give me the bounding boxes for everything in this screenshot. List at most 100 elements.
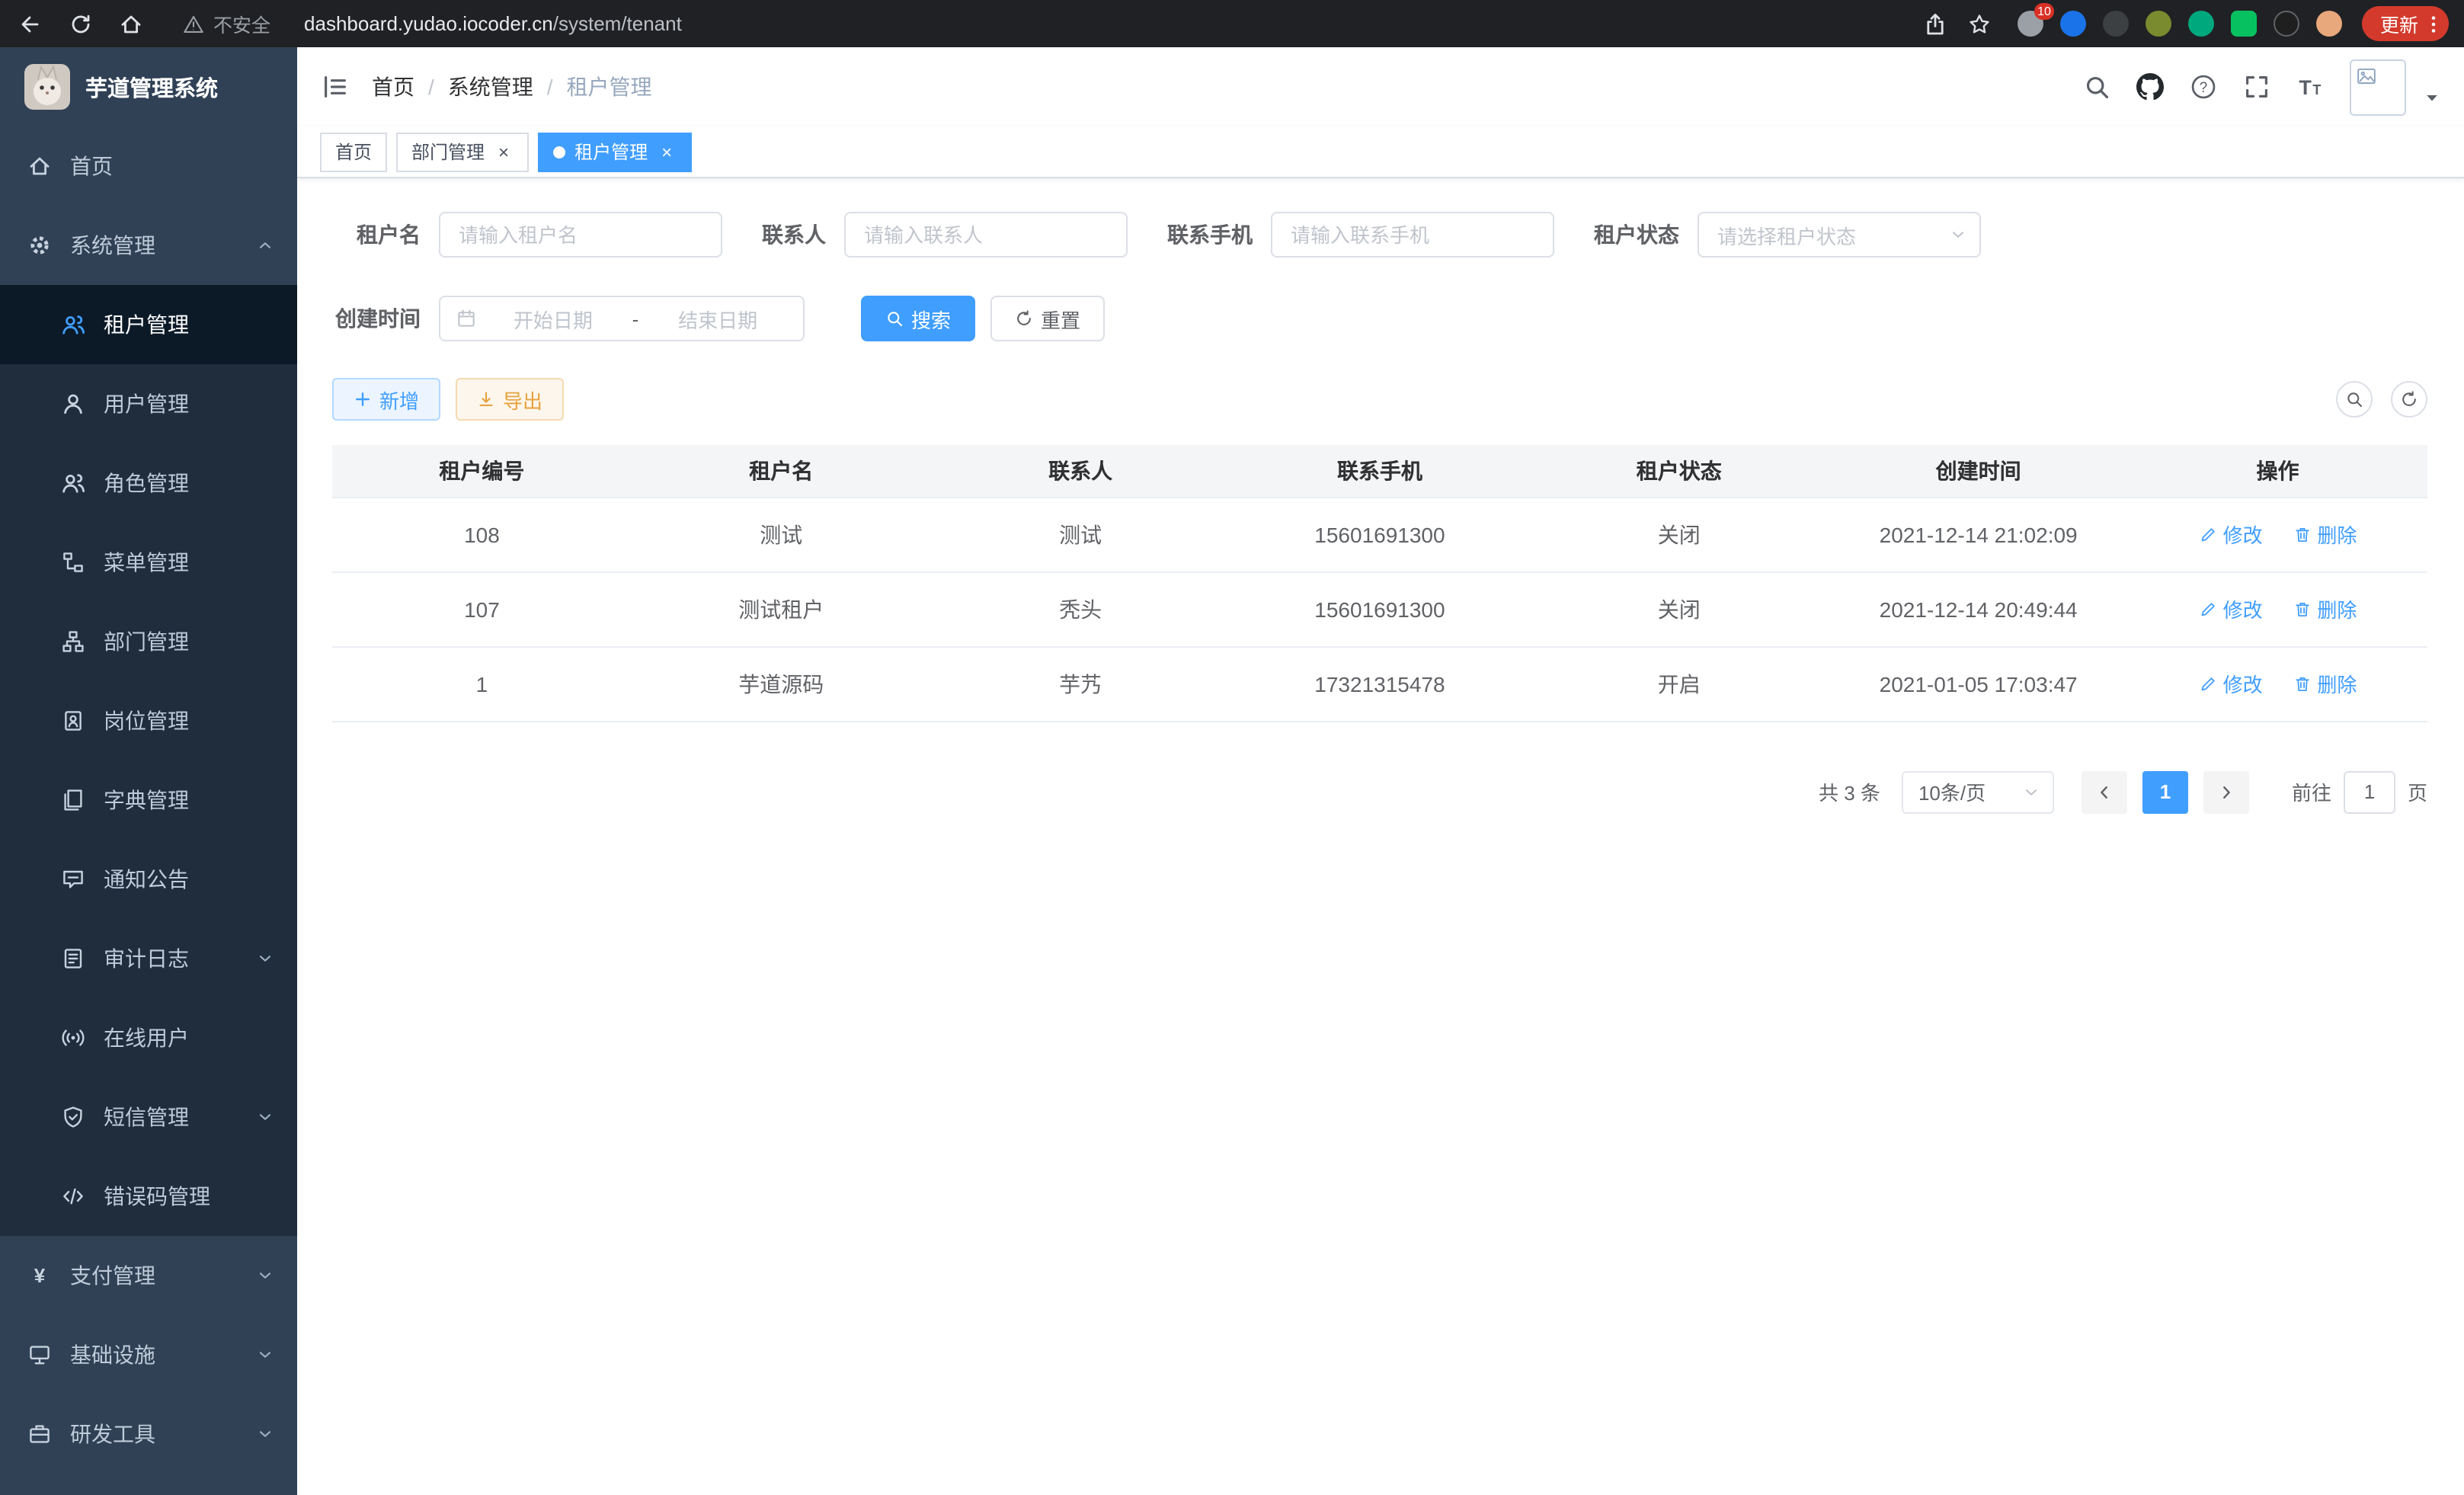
close-icon[interactable]: × xyxy=(494,142,514,162)
header-search-icon[interactable] xyxy=(2083,73,2110,101)
active-tab-dot xyxy=(553,146,565,158)
extension-icon-3[interactable] xyxy=(2103,11,2129,37)
tenant-name-input[interactable] xyxy=(439,212,722,258)
edit-link[interactable]: 修改 xyxy=(2199,594,2263,623)
goto-label: 前往 xyxy=(2292,777,2331,806)
cell-contact: 测试 xyxy=(931,497,1230,571)
share-icon[interactable] xyxy=(1923,11,1947,36)
delete-link[interactable]: 删除 xyxy=(2293,594,2357,623)
sidebar-item-label: 部门管理 xyxy=(104,626,189,657)
sidebar-item-home[interactable]: 首页 xyxy=(0,126,297,206)
export-button-label: 导出 xyxy=(503,385,542,414)
sidebar-item-online-users[interactable]: 在线用户 xyxy=(0,998,297,1077)
cell-created: 2021-12-14 20:49:44 xyxy=(1829,571,2128,646)
sidebar-item-dev-tools[interactable]: 研发工具 xyxy=(0,1394,297,1474)
user-avatar[interactable] xyxy=(2350,59,2406,115)
sidebar-item-payment-management[interactable]: ¥ 支付管理 xyxy=(0,1236,297,1315)
app-logo[interactable]: 芋道管理系统 xyxy=(0,47,297,126)
reset-button-label: 重置 xyxy=(1041,304,1080,333)
sidebar-item-user-management[interactable]: 用户管理 xyxy=(0,364,297,443)
breadcrumb-home[interactable]: 首页 xyxy=(372,72,414,102)
col-tenant-name: 租户名 xyxy=(632,445,931,497)
sidebar-item-label: 字典管理 xyxy=(104,785,189,815)
contact-input[interactable] xyxy=(844,212,1128,258)
phone-input[interactable] xyxy=(1271,212,1554,258)
toggle-search-button[interactable] xyxy=(2336,381,2373,418)
fullscreen-icon[interactable] xyxy=(2243,73,2270,101)
sidebar-item-label: 角色管理 xyxy=(104,468,189,498)
sidebar-collapse-icon[interactable] xyxy=(322,73,349,101)
status-select[interactable]: 请选择租户状态 xyxy=(1698,212,1981,258)
next-page-button[interactable] xyxy=(2203,770,2249,813)
sidebar-item-infrastructure[interactable]: 基础设施 xyxy=(0,1315,297,1394)
extension-icon-2[interactable] xyxy=(2060,11,2086,37)
goto-page-input[interactable] xyxy=(2344,770,2395,813)
edit-link[interactable]: 修改 xyxy=(2199,669,2263,698)
help-icon[interactable]: ? xyxy=(2190,73,2217,101)
address-bar[interactable]: dashboard.yudao.iocoder.cn/system/tenant xyxy=(304,12,1908,35)
sidebar-item-system-management[interactable]: 系统管理 xyxy=(0,206,297,285)
back-icon[interactable] xyxy=(18,11,43,36)
browser-update-button[interactable]: 更新 xyxy=(2362,6,2449,41)
extension-icon-6[interactable] xyxy=(2231,11,2257,37)
breadcrumb-system[interactable]: 系统管理 xyxy=(448,72,533,102)
refresh-icon xyxy=(1015,309,1033,328)
browser-home-icon[interactable] xyxy=(119,11,143,36)
tab-dept-management[interactable]: 部门管理 × xyxy=(396,132,529,171)
page-size-select[interactable]: 10条/页 xyxy=(1902,770,2054,813)
breadcrumb-separator: / xyxy=(428,75,434,99)
search-button[interactable]: 搜索 xyxy=(861,296,975,341)
col-status: 租户状态 xyxy=(1529,445,1829,497)
delete-link[interactable]: 删除 xyxy=(2293,669,2357,698)
page-1-button[interactable]: 1 xyxy=(2142,770,2188,813)
sidebar-item-label: 审计日志 xyxy=(104,943,189,974)
sidebar-item-tenant-management[interactable]: 租户管理 xyxy=(0,285,297,364)
users-icon xyxy=(61,312,85,337)
security-chip[interactable]: 不安全 xyxy=(183,9,270,38)
sidebar-item-notice[interactable]: 通知公告 xyxy=(0,840,297,919)
extensions-puzzle-icon[interactable] xyxy=(2274,11,2299,37)
export-button[interactable]: 导出 xyxy=(456,378,564,421)
add-button[interactable]: 新增 xyxy=(332,378,440,421)
reload-icon[interactable] xyxy=(69,11,93,36)
tab-tenant-management[interactable]: 租户管理 × xyxy=(538,132,692,171)
close-icon[interactable]: × xyxy=(657,142,677,162)
calendar-icon xyxy=(456,308,477,329)
sidebar-item-sms-management[interactable]: 短信管理 xyxy=(0,1077,297,1157)
sidebar-item-audit-log[interactable]: 审计日志 xyxy=(0,919,297,998)
github-icon[interactable] xyxy=(2136,73,2164,101)
browser-chrome: 不安全 dashboard.yudao.iocoder.cn/system/te… xyxy=(0,0,2464,47)
chevron-down-icon xyxy=(256,1346,274,1364)
sidebar-item-menu-management[interactable]: 菜单管理 xyxy=(0,523,297,602)
edit-label: 修改 xyxy=(2223,594,2263,623)
date-range-picker[interactable]: 开始日期 - 结束日期 xyxy=(439,296,805,341)
svg-text:?: ? xyxy=(2200,80,2208,96)
font-size-icon[interactable]: TT xyxy=(2296,73,2324,101)
avatar-caret-icon[interactable] xyxy=(2423,88,2441,106)
col-tenant-id: 租户编号 xyxy=(332,445,632,497)
sidebar-item-dict-management[interactable]: 字典管理 xyxy=(0,760,297,840)
cell-actions: 修改 删除 xyxy=(2128,646,2427,721)
cell-status: 关闭 xyxy=(1529,497,1829,571)
reset-button[interactable]: 重置 xyxy=(990,296,1105,341)
screen: 不安全 dashboard.yudao.iocoder.cn/system/te… xyxy=(0,0,2464,1495)
prev-page-button[interactable] xyxy=(2082,770,2127,813)
browser-profile-avatar[interactable] xyxy=(2316,11,2342,37)
kebab-menu-icon[interactable] xyxy=(2423,13,2444,34)
sitemap-icon xyxy=(61,629,85,654)
edit-link[interactable]: 修改 xyxy=(2199,520,2263,549)
extension-icon-5[interactable] xyxy=(2188,11,2214,37)
refresh-table-button[interactable] xyxy=(2391,381,2427,418)
tab-home[interactable]: 首页 xyxy=(320,132,387,171)
browser-nav-buttons xyxy=(18,11,143,36)
extension-icon-1[interactable]: 10 xyxy=(2018,11,2043,37)
briefcase-icon xyxy=(27,1422,52,1446)
sidebar-item-dept-management[interactable]: 部门管理 xyxy=(0,602,297,681)
sidebar-item-post-management[interactable]: 岗位管理 xyxy=(0,681,297,760)
sidebar-item-label: 通知公告 xyxy=(104,864,189,895)
extension-icon-4[interactable] xyxy=(2146,11,2171,37)
sidebar-item-role-management[interactable]: 角色管理 xyxy=(0,443,297,523)
sidebar-item-error-code-management[interactable]: 错误码管理 xyxy=(0,1157,297,1236)
delete-link[interactable]: 删除 xyxy=(2293,520,2357,549)
bookmark-star-icon[interactable] xyxy=(1967,11,1992,36)
